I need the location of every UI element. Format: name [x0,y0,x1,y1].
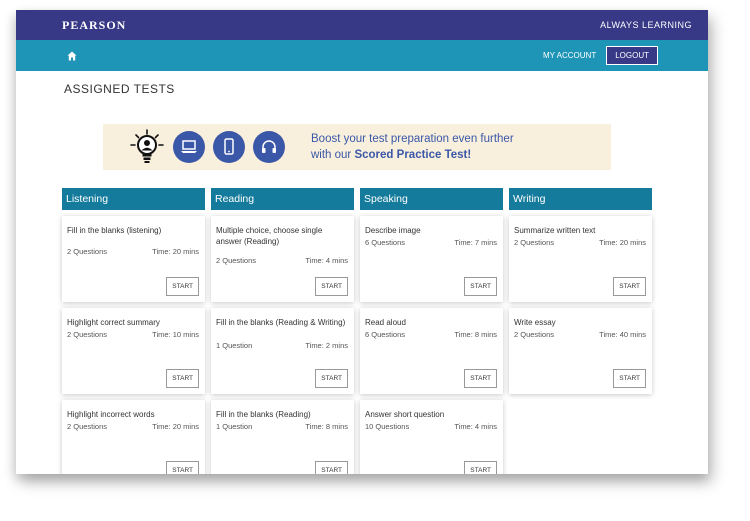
column-reading: Reading Multiple choice, choose single a… [211,188,354,474]
card-meta: 1 Question Time: 8 mins [216,422,348,431]
time-limit: Time: 20 mins [599,238,646,247]
banner-line-1: Boost your test preparation even further [311,133,514,145]
test-card: Summarize written text 2 Questions Time: … [509,216,652,302]
banner-icons [129,129,285,165]
question-count: 2 Questions [216,256,257,265]
start-button[interactable]: START [166,461,199,474]
card-title: Highlight correct summary [67,318,160,327]
nav-actions: MY ACCOUNT LOGOUT [543,46,658,65]
mobile-chat-icon [213,131,245,163]
logout-button[interactable]: LOGOUT [606,46,658,65]
card-title: Write essay [514,318,556,327]
time-limit: Time: 2 mins [305,341,348,350]
question-count: 2 Questions [514,330,555,339]
column-listening: Listening Fill in the blanks (listening)… [62,188,205,474]
column-header: Reading [211,188,354,210]
time-limit: Time: 8 mins [305,422,348,431]
question-count: 2 Questions [67,422,108,431]
banner-line-2: with our Scored Practice Test! [311,147,514,163]
start-button[interactable]: START [166,369,199,388]
test-card: Multiple choice, choose single answer (R… [211,216,354,302]
app-window: PEARSON ALWAYS LEARNING MY ACCOUNT LOGOU… [16,10,708,474]
test-card: Describe image 6 Questions Time: 7 mins S… [360,216,503,302]
nav-bar: MY ACCOUNT LOGOUT [16,40,708,71]
tagline: ALWAYS LEARNING [600,20,692,30]
question-count: 1 Question [216,422,253,431]
my-account-link[interactable]: MY ACCOUNT [543,51,596,60]
test-card: Fill in the blanks (Reading) 1 Question T… [211,400,354,474]
card-title: Fill in the blanks (Reading & Writing) [216,318,346,327]
time-limit: Time: 40 mins [599,330,646,339]
start-button[interactable]: START [613,369,646,388]
test-card: Write essay 2 Questions Time: 40 mins STA… [509,308,652,394]
card-meta: 1 Question Time: 2 mins [216,341,348,350]
card-meta: 10 Questions Time: 4 mins [365,422,497,431]
question-count: 1 Question [216,341,253,350]
banner-text: Boost your test preparation even further… [311,131,514,163]
banner-highlight: Scored Practice Test! [354,149,472,161]
question-count: 6 Questions [365,330,406,339]
card-title: Multiple choice, choose single answer (R… [216,226,323,246]
test-card: Answer short question 10 Questions Time: … [360,400,503,474]
card-title: Read aloud [365,318,406,327]
column-writing: Writing Summarize written text 2 Questio… [509,188,652,474]
home-icon [67,51,77,60]
card-meta: 2 Questions Time: 40 mins [514,330,646,339]
column-header: Writing [509,188,652,210]
page-title: ASSIGNED TESTS [64,82,175,96]
card-title: Answer short question [365,410,445,419]
start-button[interactable]: START [464,369,497,388]
start-button[interactable]: START [315,461,348,474]
question-count: 2 Questions [514,238,555,247]
start-button[interactable]: START [166,277,199,296]
column-header: Listening [62,188,205,210]
lightbulb-person-icon [130,129,164,163]
banner-line-2-prefix: with our [311,149,355,161]
test-card: Highlight incorrect words 2 Questions Tim… [62,400,205,474]
card-title: Fill in the blanks (listening) [67,226,162,235]
card-meta: 2 Questions Time: 20 mins [514,238,646,247]
home-button[interactable] [60,44,84,68]
time-limit: Time: 7 mins [454,238,497,247]
card-title: Describe image [365,226,421,235]
card-title: Summarize written text [514,226,596,235]
promo-banner[interactable]: Boost your test preparation even further… [103,124,611,170]
time-limit: Time: 20 mins [152,422,199,431]
time-limit: Time: 20 mins [152,247,199,256]
time-limit: Time: 10 mins [152,330,199,339]
question-count: 10 Questions [365,422,410,431]
start-button[interactable]: START [464,461,497,474]
start-button[interactable]: START [464,277,497,296]
column-speaking: Speaking Describe image 6 Questions Time:… [360,188,503,474]
brand-logo: PEARSON [62,17,127,32]
question-count: 2 Questions [67,247,108,256]
test-card: Fill in the blanks (Reading & Writing) 1… [211,308,354,394]
top-header: PEARSON ALWAYS LEARNING [16,10,708,40]
time-limit: Time: 4 mins [454,422,497,431]
start-button[interactable]: START [315,369,348,388]
card-meta: 2 Questions Time: 20 mins [67,422,199,431]
time-limit: Time: 8 mins [454,330,497,339]
question-count: 6 Questions [365,238,406,247]
column-header: Speaking [360,188,503,210]
start-button[interactable]: START [315,277,348,296]
card-title: Fill in the blanks (Reading) [216,410,311,419]
card-meta: 2 Questions Time: 10 mins [67,330,199,339]
test-card: Fill in the blanks (listening) 2 Questio… [62,216,205,302]
question-count: 2 Questions [67,330,108,339]
start-button[interactable]: START [613,277,646,296]
test-card: Read aloud 6 Questions Time: 8 mins START [360,308,503,394]
laptop-chat-icon [173,131,205,163]
card-meta: 2 Questions Time: 20 mins [67,247,199,256]
time-limit: Time: 4 mins [305,256,348,265]
card-meta: 6 Questions Time: 8 mins [365,330,497,339]
test-columns: Listening Fill in the blanks (listening)… [62,188,652,474]
card-meta: 6 Questions Time: 7 mins [365,238,497,247]
card-title: Highlight incorrect words [67,410,155,419]
headphones-chat-icon [253,131,285,163]
card-meta: 2 Questions Time: 4 mins [216,256,348,265]
test-card: Highlight correct summary 2 Questions Tim… [62,308,205,394]
